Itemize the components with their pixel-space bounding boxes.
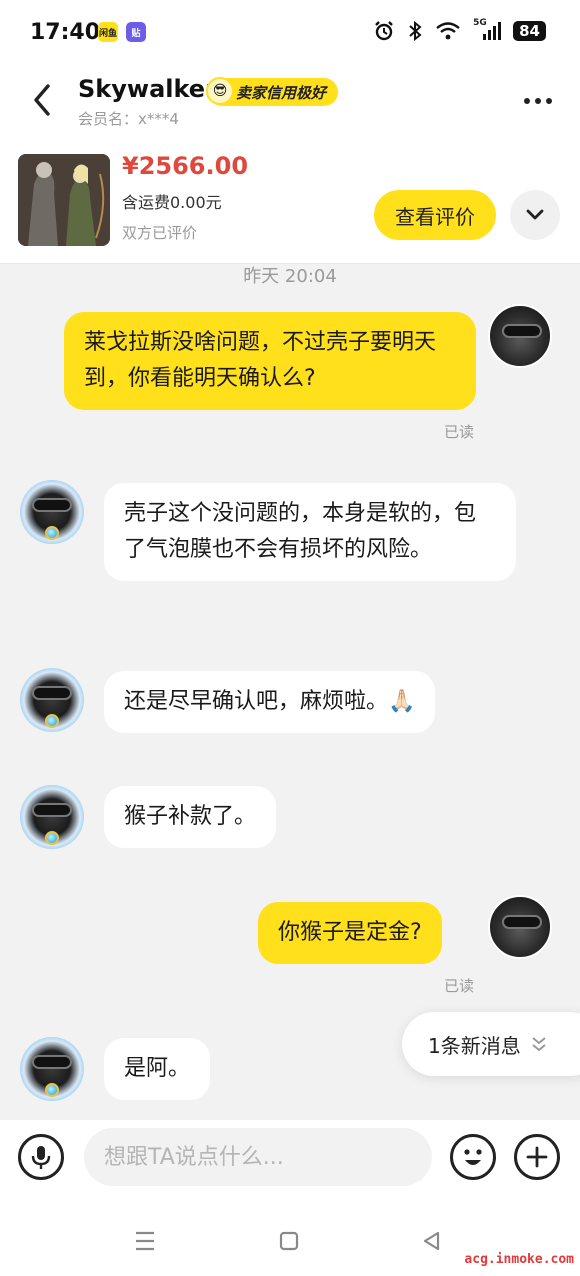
message-input[interactable] bbox=[84, 1128, 432, 1186]
xianyu-app-icon: 闲鱼 bbox=[98, 22, 118, 42]
chat-timestamp: 昨天 20:04 bbox=[243, 266, 337, 287]
figure-image bbox=[18, 154, 110, 246]
more-options-button[interactable] bbox=[518, 86, 558, 116]
voice-input-button[interactable] bbox=[18, 1134, 64, 1180]
helmet-visor bbox=[32, 1055, 72, 1069]
seller-avatar[interactable] bbox=[20, 785, 84, 849]
credit-badge-label: 卖家信用极好 bbox=[236, 83, 327, 102]
message-bubble-received[interactable]: 猴子补款了。 bbox=[104, 786, 277, 848]
message-bubble-received[interactable]: 还是尽早确认吧，麻烦啦。🙏🏻 bbox=[104, 671, 436, 733]
more-dot bbox=[546, 98, 552, 104]
review-status: 双方已评价 bbox=[122, 224, 198, 242]
message-bubble-received[interactable]: 壳子这个没问题的，本身是软的，包了气泡膜也不会有损坏的风险。 bbox=[104, 483, 516, 581]
battery-indicator: 84 bbox=[513, 21, 546, 41]
tieba-app-icon: 贴 bbox=[126, 22, 146, 42]
plus-icon bbox=[526, 1146, 548, 1168]
menu-icon bbox=[136, 1231, 154, 1251]
cellular-signal-icon: 5G bbox=[473, 18, 502, 42]
member-id: 会员名：x***4 bbox=[78, 110, 179, 128]
recent-apps-button[interactable] bbox=[130, 1226, 160, 1256]
home-square-icon bbox=[279, 1231, 299, 1251]
avatar-gem bbox=[45, 714, 59, 728]
expand-button[interactable] bbox=[510, 190, 560, 240]
helmet-visor bbox=[502, 324, 542, 338]
back-button[interactable] bbox=[22, 78, 62, 122]
emoji-button[interactable] bbox=[450, 1134, 496, 1180]
avatar-gem bbox=[45, 1083, 59, 1097]
credit-badge[interactable]: 😎 卖家信用极好 bbox=[206, 77, 339, 106]
avatar-gem bbox=[45, 831, 59, 845]
cool-face-icon: 😎 bbox=[206, 77, 234, 105]
watermark: acg.inmoke.com bbox=[464, 1252, 574, 1267]
home-button[interactable] bbox=[274, 1226, 304, 1256]
my-avatar[interactable] bbox=[488, 895, 552, 959]
alarm-icon bbox=[375, 21, 393, 41]
seller-name[interactable]: Skywalker bbox=[78, 75, 217, 103]
input-bar bbox=[0, 1120, 580, 1206]
my-avatar[interactable] bbox=[488, 304, 552, 368]
chevron-down-icon bbox=[526, 209, 544, 220]
product-thumbnail[interactable] bbox=[18, 154, 110, 246]
status-time: 17:40 bbox=[30, 20, 101, 45]
more-dot bbox=[535, 98, 541, 104]
network-label: 5G bbox=[473, 18, 487, 28]
seller-avatar[interactable] bbox=[20, 668, 84, 732]
message-bubble-sent[interactable]: 莱戈拉斯没啥问题，不过壳子要明天到，你看能明天确认么? bbox=[64, 312, 476, 410]
double-chevron-down-icon bbox=[532, 1037, 546, 1052]
more-dots-icon bbox=[524, 98, 530, 104]
status-icons: 5G 84 bbox=[373, 18, 546, 42]
helmet-visor bbox=[502, 915, 542, 929]
bluetooth-icon bbox=[409, 20, 422, 42]
product-card: ¥2566.00 含运费0.00元 双方已评价 查看评价 bbox=[0, 146, 580, 264]
shipping-fee: 含运费0.00元 bbox=[122, 193, 222, 212]
emoji-icon bbox=[464, 1149, 482, 1165]
new-message-indicator[interactable]: 1条新消息 bbox=[402, 1012, 580, 1076]
system-nav-bar: acg.inmoke.com bbox=[0, 1206, 580, 1276]
helmet-visor bbox=[32, 498, 72, 512]
microphone-icon bbox=[31, 1146, 51, 1169]
chevron-left-icon bbox=[34, 84, 50, 116]
system-back-button[interactable] bbox=[416, 1226, 446, 1256]
seller-avatar[interactable] bbox=[20, 1037, 84, 1101]
back-triangle-icon bbox=[423, 1231, 440, 1251]
message-bubble-sent[interactable]: 你猴子是定金? bbox=[258, 902, 442, 964]
chat-header: Skywalker 😎 卖家信用极好 会员名：x***4 bbox=[0, 66, 580, 146]
read-receipt: 已读 bbox=[444, 423, 475, 441]
read-receipt: 已读 bbox=[444, 977, 475, 995]
product-price: ¥2566.00 bbox=[122, 152, 249, 180]
helmet-visor bbox=[32, 686, 72, 700]
avatar-gem bbox=[45, 526, 59, 540]
view-review-button[interactable]: 查看评价 bbox=[374, 190, 496, 240]
wifi-icon bbox=[436, 22, 460, 40]
more-actions-button[interactable] bbox=[514, 1134, 560, 1180]
new-message-label: 1条新消息 bbox=[428, 1033, 521, 1058]
helmet-visor bbox=[32, 803, 72, 817]
seller-avatar[interactable] bbox=[20, 480, 84, 544]
status-bar: 17:40 闲鱼 贴 5G 84 bbox=[0, 0, 580, 66]
message-bubble-received[interactable]: 是阿。 bbox=[104, 1038, 211, 1100]
